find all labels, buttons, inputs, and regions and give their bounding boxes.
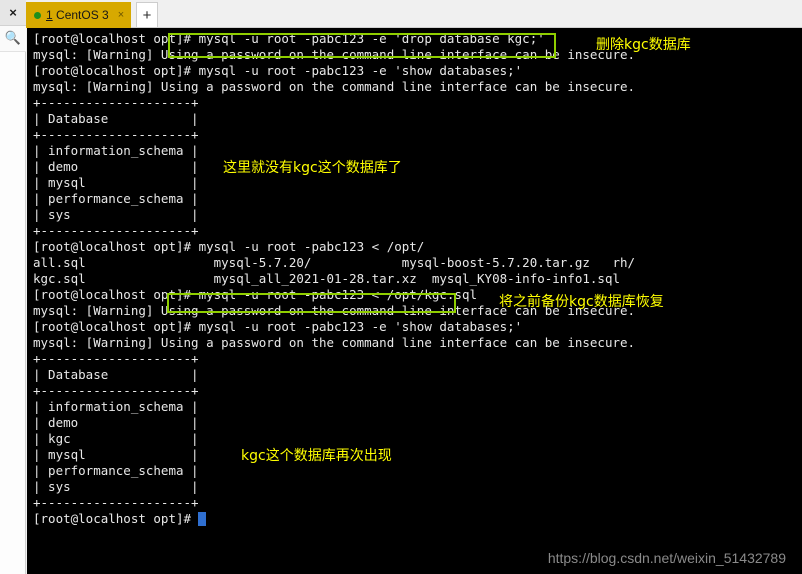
terminal-line: +--------------------+ <box>33 223 199 238</box>
terminal-line: +--------------------+ <box>33 127 199 142</box>
tab-number: 1 <box>46 8 53 22</box>
terminal-line: mysql: [Warning] Using a password on the… <box>33 335 636 350</box>
terminal-line: | demo | <box>33 415 199 430</box>
new-tab-button[interactable]: + <box>136 2 158 27</box>
watermark: https://blog.csdn.net/weixin_51432789 <box>547 550 786 566</box>
terminal-cursor <box>198 512 207 526</box>
terminal-line: +--------------------+ <box>33 95 199 110</box>
terminal-output-pane[interactable]: [root@localhost opt]# mysql -u root -pab… <box>27 28 802 574</box>
terminal-line: | sys | <box>33 479 199 494</box>
annotation-label: 删除kgc数据库 <box>596 37 691 53</box>
terminal-line: +--------------------+ <box>33 351 199 366</box>
terminal-line: | Database | <box>33 367 199 382</box>
search-button[interactable]: 🔍 <box>0 26 26 52</box>
terminal-line: +--------------------+ <box>33 383 199 398</box>
terminal-line: +--------------------+ <box>33 495 199 510</box>
terminal-line: [root@localhost opt]# mysql -u root -pab… <box>33 287 478 302</box>
tab-status-dot <box>34 11 41 19</box>
terminal-line: [root@localhost opt]# mysql -u root -pab… <box>33 63 523 78</box>
terminal-line: | mysql | <box>33 447 199 462</box>
terminal-line: [root@localhost opt]# mysql -u root -pab… <box>33 239 425 254</box>
terminal-line: mysql: [Warning] Using a password on the… <box>33 303 636 318</box>
terminal-line: | mysql | <box>33 175 199 190</box>
tab-title-text: CentOS 3 <box>52 8 109 22</box>
plus-icon: + <box>142 6 152 24</box>
terminal-line: | sys | <box>33 207 199 222</box>
terminal-line: mysql: [Warning] Using a password on the… <box>33 79 636 94</box>
tab-close-icon[interactable]: × <box>118 9 124 21</box>
tab-strip: 1 CentOS 3 × + <box>26 0 802 28</box>
terminal-line: | information_schema | <box>33 143 199 158</box>
left-toolbar: × 🔍 <box>0 0 26 574</box>
terminal-line: | kgc | <box>33 431 199 446</box>
terminal-line: kgc.sql mysql_all_2021-01-28.tar.xz mysq… <box>33 271 620 286</box>
close-icon: × <box>9 5 17 20</box>
annotation-label: 将之前备份kgc数据库恢复 <box>499 294 664 310</box>
close-session-button[interactable]: × <box>0 0 26 26</box>
terminal-line: [root@localhost opt]# mysql -u root -pab… <box>33 319 523 334</box>
terminal-line: | demo | <box>33 159 199 174</box>
annotation-label: 这里就没有kgc这个数据库了 <box>223 160 402 176</box>
terminal-line: | information_schema | <box>33 399 199 414</box>
tab-centos-3[interactable]: 1 CentOS 3 × <box>26 2 132 28</box>
annotation-label: kgc这个数据库再次出现 <box>241 448 392 464</box>
terminal-line: | Database | <box>33 111 199 126</box>
tab-label: 1 CentOS 3 <box>46 8 109 22</box>
terminal-window: × 🔍 1 CentOS 3 × + [root@localhost opt]#… <box>0 0 802 574</box>
terminal-line: | performance_schema | <box>33 191 199 206</box>
terminal-lines: [root@localhost opt]# mysql -u root -pab… <box>33 31 802 574</box>
terminal-line: all.sql mysql-5.7.20/ mysql-boost-5.7.20… <box>33 255 636 270</box>
search-icon: 🔍 <box>4 31 22 46</box>
terminal-line: [root@localhost opt]# <box>33 511 199 526</box>
terminal-line: | performance_schema | <box>33 463 199 478</box>
